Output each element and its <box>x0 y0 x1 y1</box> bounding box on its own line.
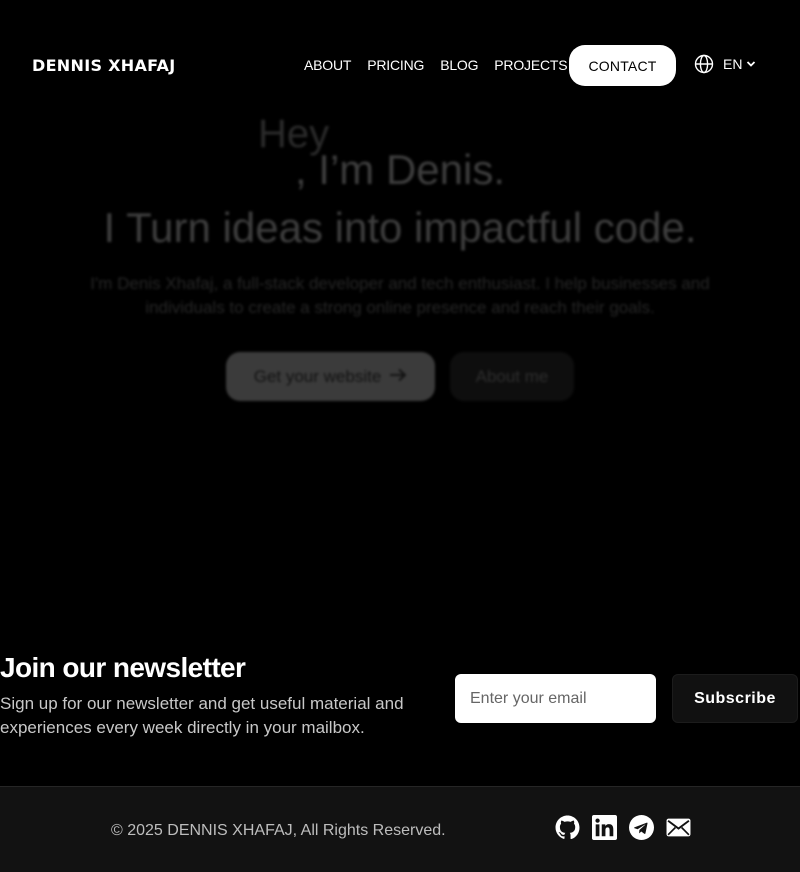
nav-projects[interactable]: PROJECTS <box>494 57 567 73</box>
social-links <box>555 815 691 840</box>
chevron-down-icon <box>746 59 756 69</box>
mail-icon[interactable] <box>666 815 691 840</box>
site-footer: © 2025 DENNIS XHAFAJ, All Rights Reserve… <box>0 786 800 872</box>
copyright-text: © 2025 DENNIS XHAFAJ, All Rights Reserve… <box>111 822 446 839</box>
nav-about[interactable]: ABOUT <box>304 57 351 73</box>
logo[interactable]: DENNIS XHAFAJ <box>32 56 175 75</box>
contact-button[interactable]: CONTACT <box>569 45 676 86</box>
newsletter-text: Sign up for our newsletter and get usefu… <box>0 694 404 737</box>
main-nav: ABOUT PRICING BLOG PROJECTS <box>304 57 583 73</box>
github-icon[interactable] <box>555 815 580 840</box>
language-label: EN <box>723 56 743 72</box>
page: DENNIS XHAFAJ ABOUT PRICING BLOG PROJECT… <box>0 0 800 872</box>
get-website-button[interactable]: Get your website <box>226 352 435 401</box>
hero-intro: , I’m Denis. <box>294 146 506 193</box>
hero-description: I'm Denis Xhafaj, a full-stack developer… <box>90 274 710 317</box>
email-field[interactable] <box>455 674 656 723</box>
globe-icon <box>694 54 714 74</box>
get-website-label: Get your website <box>253 366 382 386</box>
subscribe-button[interactable]: Subscribe <box>672 674 798 723</box>
about-me-button[interactable]: About me <box>450 352 574 401</box>
nav-blog[interactable]: BLOG <box>440 57 478 73</box>
arrow-right-icon <box>389 367 407 387</box>
telegram-icon[interactable] <box>629 815 654 840</box>
linkedin-icon[interactable] <box>592 815 617 840</box>
newsletter-title: Join our newsletter <box>0 652 246 683</box>
hero-headline: I Turn ideas into impactful code. <box>103 204 697 251</box>
nav-pricing[interactable]: PRICING <box>367 57 424 73</box>
language-selector[interactable]: EN <box>694 54 756 74</box>
hero-section: Hey , I’m Denis. I Turn ideas into impac… <box>0 100 800 420</box>
